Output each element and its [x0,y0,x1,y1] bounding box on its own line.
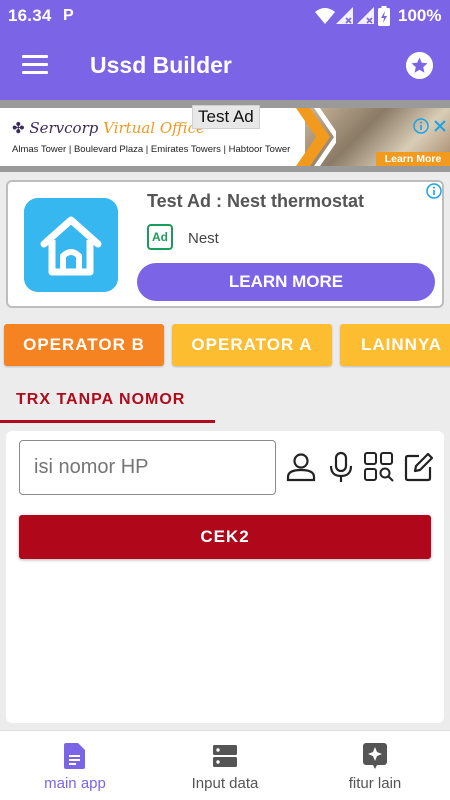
native-ad-title: Test Ad : Nest thermostat [147,191,365,211]
ad-choices-icon[interactable] [426,183,442,199]
menu-icon[interactable] [22,55,48,75]
nav-fitur-lain-label: fitur lain [348,775,402,792]
operator-a-button[interactable]: OPERATOR A [172,324,332,366]
qr-scan-icon[interactable] [363,451,395,483]
notification-p-icon: P [63,7,74,24]
signal-icon-2 [357,7,374,24]
operator-chips: OPERATOR B OPERATOR A LAINNYA [0,324,450,368]
banner-locations: Almas Tower | Boulevard Plaza | Emirates… [12,144,291,155]
chevron-decoration-icon [296,108,336,166]
banner-ad[interactable]: ✤ Servcorp Virtual Office Almas Tower | … [0,100,450,172]
cek2-button[interactable]: CEK2 [19,515,431,559]
edit-icon[interactable] [403,451,435,483]
native-ad-card[interactable]: Test Ad : Nest thermostat Ad Nest LEARN … [6,180,444,308]
battery-charging-icon [378,6,390,26]
tab-label: TRX TANPA NOMOR [16,391,186,408]
app-bar: Ussd Builder [0,32,450,100]
nav-fitur-lain[interactable]: fitur lain [300,731,450,800]
document-icon [64,743,85,769]
banner-brand-tagline: Virtual Office [103,119,205,137]
tab-indicator [0,420,215,423]
ad-info-icon[interactable] [413,118,429,134]
app-title: Ussd Builder [90,52,232,78]
nav-input-data[interactable]: Input data [150,731,300,800]
sparkle-icon [363,743,387,769]
storage-icon [213,745,237,767]
bottom-navigation: main app Input data fitur lain [0,730,450,800]
wifi-icon [315,8,335,24]
phone-number-input[interactable] [19,440,276,495]
signal-icon [336,7,353,24]
ad-badge: Ad [147,224,173,250]
nav-input-data-label: Input data [191,775,259,792]
test-ad-label: Test Ad [192,105,260,129]
nest-house-icon [24,198,118,292]
microphone-icon[interactable] [325,451,357,483]
lainnya-button[interactable]: LAINNYA [340,324,450,366]
status-bar: 16.34 P 100% [0,0,450,32]
banner-brand: ✤ Servcorp Virtual Office [12,119,205,137]
native-learn-more-button[interactable]: LEARN MORE [137,263,435,301]
contact-icon[interactable] [285,451,317,483]
operator-b-button[interactable]: OPERATOR B [4,324,164,366]
status-time: 16.34 [8,6,52,25]
star-icon[interactable] [406,52,433,79]
nav-main-app[interactable]: main app [0,731,150,800]
tab-trx-tanpa-nomor[interactable]: TRX TANPA NOMOR [0,378,215,424]
banner-learn-more-button[interactable]: Learn More [376,152,450,166]
nav-main-app-label: main app [44,775,106,792]
battery-percent: 100% [398,6,442,25]
main-card: CEK2 [6,431,444,723]
native-ad-advertiser: Nest [188,230,219,247]
banner-brand-name: Servcorp [29,119,99,137]
ad-close-icon[interactable] [432,118,448,134]
